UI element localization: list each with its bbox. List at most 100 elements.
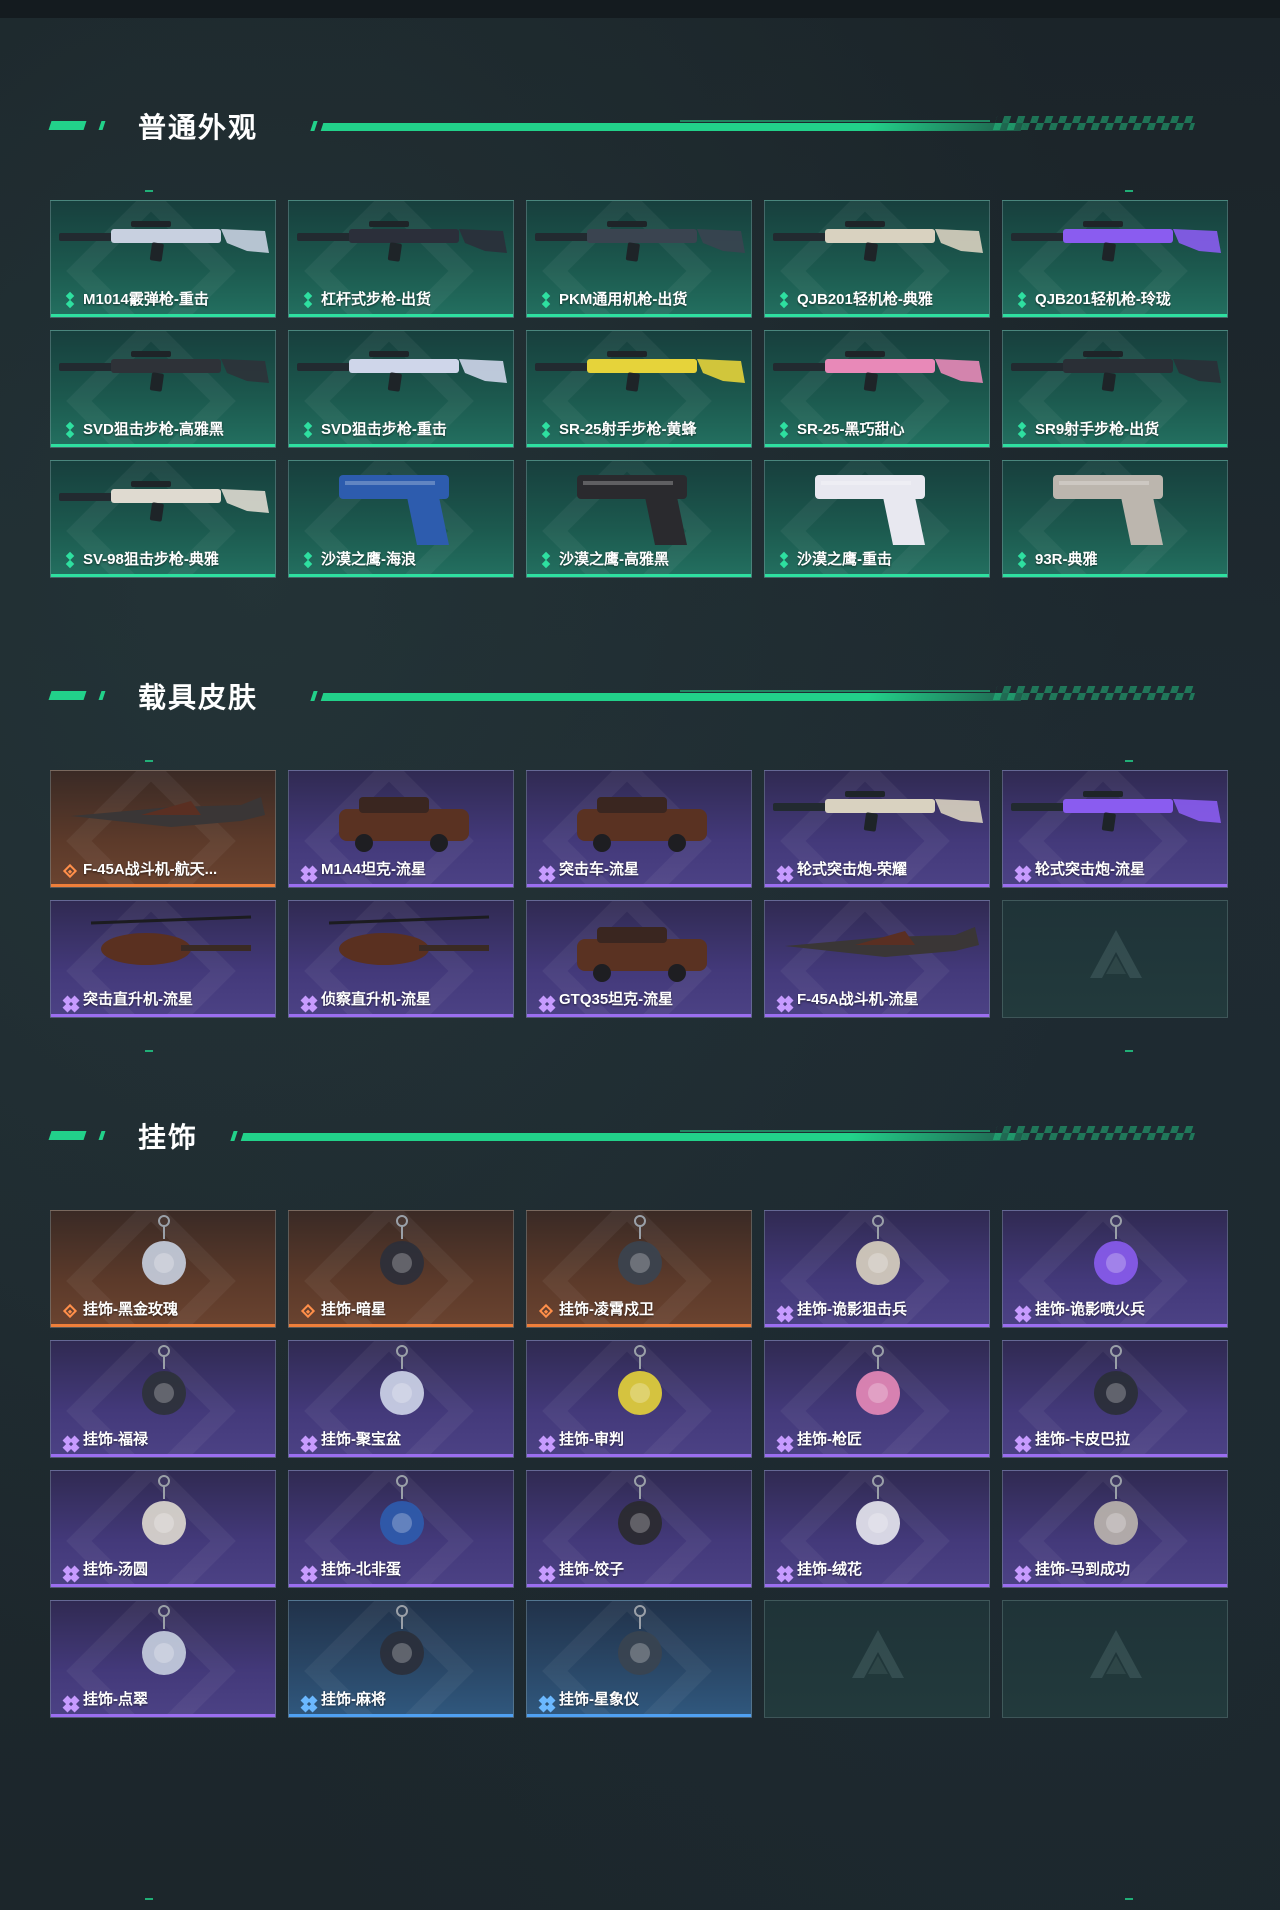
item-label: 突击直升机-流星 bbox=[83, 991, 193, 1008]
item-card[interactable]: 挂饰-饺子 bbox=[526, 1470, 752, 1588]
header-bar bbox=[240, 1133, 1024, 1141]
item-card[interactable]: F-45A战斗机-航天... bbox=[50, 770, 276, 888]
item-label: 挂饰-北非蛋 bbox=[321, 1561, 401, 1578]
item-card[interactable]: 93R-典雅 bbox=[1002, 460, 1228, 578]
item-card[interactable]: QJB201轻机枪-玲珑 bbox=[1002, 200, 1228, 318]
item-card[interactable]: 挂饰-汤圆 bbox=[50, 1470, 276, 1588]
rarity-icon bbox=[1016, 1435, 1028, 1447]
rarity-strip bbox=[51, 444, 275, 447]
item-label: M1A4坦克-流星 bbox=[321, 861, 427, 878]
rarity-icon bbox=[302, 995, 314, 1007]
item-card[interactable]: M1014霰弹枪-重击 bbox=[50, 200, 276, 318]
item-card[interactable]: 挂饰-马到成功 bbox=[1002, 1470, 1228, 1588]
item-card[interactable]: 挂饰-点翠 bbox=[50, 1600, 276, 1718]
header-accent-tick bbox=[98, 121, 106, 130]
item-card[interactable]: 挂饰-卡皮巴拉 bbox=[1002, 1340, 1228, 1458]
item-card[interactable]: 杠杆式步枪-出货 bbox=[288, 200, 514, 318]
rarity-strip bbox=[765, 574, 989, 577]
rarity-strip bbox=[51, 1014, 275, 1017]
item-card[interactable]: 沙漠之鹰-高雅黑 bbox=[526, 460, 752, 578]
section-header: 普通外观 bbox=[0, 100, 1280, 150]
rarity-strip bbox=[289, 1454, 513, 1457]
item-label: 挂饰-凌霄戍卫 bbox=[559, 1301, 654, 1318]
rarity-strip bbox=[289, 884, 513, 887]
item-card[interactable]: 沙漠之鹰-重击 bbox=[764, 460, 990, 578]
rarity-icon bbox=[778, 425, 790, 437]
rarity-strip bbox=[289, 574, 513, 577]
header-accent-tick bbox=[98, 1131, 106, 1140]
item-label: SVD狙击步枪-高雅黑 bbox=[83, 421, 224, 438]
item-card[interactable]: 挂饰-审判 bbox=[526, 1340, 752, 1458]
header-bar-tick bbox=[230, 1131, 238, 1141]
rarity-strip bbox=[51, 884, 275, 887]
item-card[interactable]: 挂饰-聚宝盆 bbox=[288, 1340, 514, 1458]
header-bar bbox=[320, 693, 1024, 701]
item-label: SVD狙击步枪-重击 bbox=[321, 421, 447, 438]
rarity-icon bbox=[540, 995, 552, 1007]
item-card[interactable]: 轮式突击炮-流星 bbox=[1002, 770, 1228, 888]
corner-mark bbox=[145, 760, 153, 762]
rarity-icon bbox=[1016, 425, 1028, 437]
item-card[interactable]: 突击车-流星 bbox=[526, 770, 752, 888]
item-card[interactable]: SVD狙击步枪-高雅黑 bbox=[50, 330, 276, 448]
item-card[interactable]: 轮式突击炮-荣耀 bbox=[764, 770, 990, 888]
item-card[interactable]: SVD狙击步枪-重击 bbox=[288, 330, 514, 448]
rarity-icon bbox=[62, 863, 78, 879]
item-card[interactable]: QJB201轻机枪-典雅 bbox=[764, 200, 990, 318]
rarity-strip bbox=[1003, 314, 1227, 317]
item-card[interactable]: 挂饰-福禄 bbox=[50, 1340, 276, 1458]
rarity-icon bbox=[778, 555, 790, 567]
item-card[interactable]: 挂饰-诡影狙击兵 bbox=[764, 1210, 990, 1328]
item-card[interactable]: 挂饰-麻将 bbox=[288, 1600, 514, 1718]
item-card[interactable]: 挂饰-星象仪 bbox=[526, 1600, 752, 1718]
rarity-icon bbox=[540, 555, 552, 567]
item-card[interactable]: F-45A战斗机-流星 bbox=[764, 900, 990, 1018]
item-label: 挂饰-星象仪 bbox=[559, 1691, 639, 1708]
item-card[interactable]: 挂饰-枪匠 bbox=[764, 1340, 990, 1458]
rarity-strip bbox=[527, 314, 751, 317]
item-label: SV-98狙击步枪-典雅 bbox=[83, 551, 219, 568]
rarity-icon bbox=[540, 1695, 552, 1707]
item-card[interactable]: SR-25-黑巧甜心 bbox=[764, 330, 990, 448]
rarity-icon bbox=[64, 1695, 76, 1707]
item-card[interactable]: PKM通用机枪-出货 bbox=[526, 200, 752, 318]
item-card[interactable]: GTQ35坦克-流星 bbox=[526, 900, 752, 1018]
item-card[interactable]: 挂饰-诡影喷火兵 bbox=[1002, 1210, 1228, 1328]
rarity-strip bbox=[289, 1714, 513, 1717]
rarity-icon bbox=[302, 425, 314, 437]
rarity-icon bbox=[540, 295, 552, 307]
item-label: GTQ35坦克-流星 bbox=[559, 991, 674, 1008]
rarity-strip bbox=[51, 1324, 275, 1327]
header-accent-dash bbox=[48, 1131, 87, 1140]
item-card[interactable]: 突击直升机-流星 bbox=[50, 900, 276, 1018]
item-label: M1014霰弹枪-重击 bbox=[83, 291, 209, 308]
corner-mark bbox=[1125, 190, 1133, 192]
item-card[interactable]: SR-25射手步枪-黄蜂 bbox=[526, 330, 752, 448]
rarity-icon bbox=[1016, 1305, 1028, 1317]
item-card[interactable]: 挂饰-凌霄戍卫 bbox=[526, 1210, 752, 1328]
item-label: F-45A战斗机-流星 bbox=[797, 991, 919, 1008]
header-bar-tick bbox=[310, 121, 318, 131]
rarity-icon bbox=[64, 995, 76, 1007]
item-label: 沙漠之鹰-海浪 bbox=[321, 551, 416, 568]
rarity-icon bbox=[302, 295, 314, 307]
rarity-strip bbox=[51, 1454, 275, 1457]
item-card[interactable]: 挂饰-绒花 bbox=[764, 1470, 990, 1588]
item-card[interactable]: SR9射手步枪-出货 bbox=[1002, 330, 1228, 448]
item-card[interactable]: 挂饰-暗星 bbox=[288, 1210, 514, 1328]
rarity-strip bbox=[527, 1324, 751, 1327]
item-card[interactable]: M1A4坦克-流星 bbox=[288, 770, 514, 888]
rarity-strip bbox=[289, 444, 513, 447]
rarity-strip bbox=[765, 314, 989, 317]
item-card[interactable]: SV-98狙击步枪-典雅 bbox=[50, 460, 276, 578]
rarity-icon bbox=[302, 1565, 314, 1577]
item-label: QJB201轻机枪-典雅 bbox=[797, 291, 933, 308]
item-card[interactable]: 沙漠之鹰-海浪 bbox=[288, 460, 514, 578]
item-card[interactable]: 侦察直升机-流星 bbox=[288, 900, 514, 1018]
item-card[interactable]: 挂饰-北非蛋 bbox=[288, 1470, 514, 1588]
item-card[interactable]: 挂饰-黑金玫瑰 bbox=[50, 1210, 276, 1328]
rarity-strip bbox=[1003, 574, 1227, 577]
header-checker-pattern bbox=[992, 686, 1198, 700]
item-label: F-45A战斗机-航天... bbox=[83, 861, 218, 878]
rarity-strip bbox=[765, 884, 989, 887]
